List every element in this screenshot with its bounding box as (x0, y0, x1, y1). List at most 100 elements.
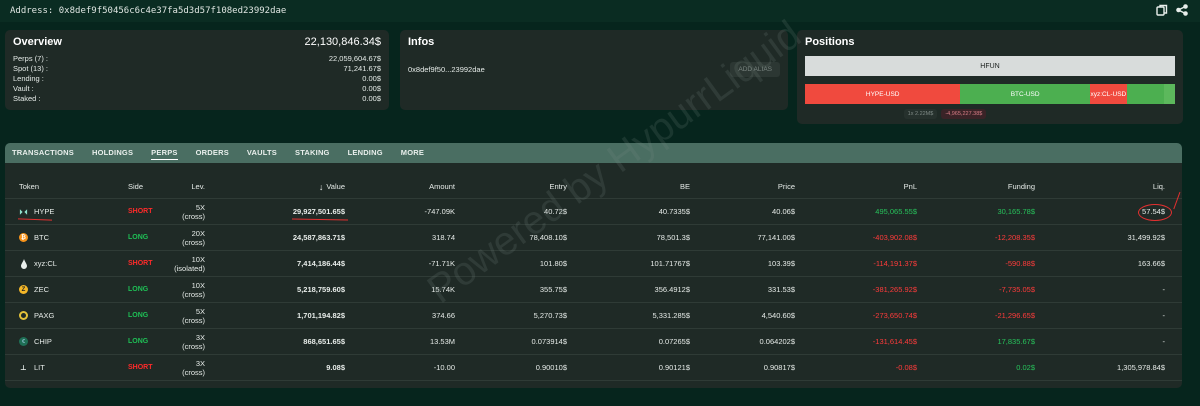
entry-cell: 5,270.73$ (533, 311, 567, 320)
amount-cell: 13.53M (429, 337, 455, 346)
table-row[interactable]: € CHIP LONG 3X (cross) 868,651.65$ 13.53M 0.073… (5, 329, 1182, 355)
margin-mode: (cross) (182, 341, 205, 351)
header-token[interactable]: Token (19, 175, 79, 198)
margin-mode: (cross) (182, 211, 205, 221)
token-cell[interactable]: Z ZEC (19, 277, 79, 302)
margin-mode: (cross) (182, 367, 205, 377)
liq-cell: 1,305,978.84$ (1117, 363, 1165, 372)
table-row[interactable]: xyz:CL SHORT 10X (isolated) 7,414,186.44$ -71… (5, 251, 1182, 277)
address-bar: Address: 0x8def9f50456c6c4e37fa5d3d57f10… (0, 0, 1200, 22)
price-cell: 103.39$ (767, 259, 795, 268)
amount-cell: -71.71K (428, 259, 455, 268)
token-cell[interactable]: ₿ BTC (19, 225, 79, 250)
leverage-cell: 10X (isolated) (155, 251, 205, 276)
price-cell: 331.53$ (767, 285, 795, 294)
position-segment[interactable]: HYPE-USD (805, 84, 961, 104)
table-row[interactable]: ₿ BTC LONG 20X (cross) 24,587,863.71$ 318.74 78… (5, 225, 1182, 251)
pnl-cell: -114,191.37$ (873, 259, 917, 268)
token-name: CHIP (34, 337, 52, 346)
be-cell: 101.71767$ (650, 259, 690, 268)
leverage-value: 10X (191, 254, 205, 264)
hfun-bar[interactable]: HFUN (805, 56, 1175, 76)
overview-row-value: 0.00$ (362, 74, 381, 83)
funding-cell: 30,165.78$ (997, 207, 1035, 216)
overview-row: Perps (7) : 22,059,604.67$ (13, 54, 381, 64)
btc-icon: ₿ (19, 233, 28, 242)
overview-row-label: Vault : (13, 84, 34, 93)
paxg-icon (19, 311, 28, 320)
tab-orders[interactable]: ORDERS (196, 143, 229, 163)
leverage-value: 20X (191, 228, 205, 238)
be-cell: 356.4912$ (654, 285, 690, 294)
be-cell: 0.07265$ (658, 337, 690, 346)
position-segment[interactable]: xyz:CL-USD (1089, 84, 1127, 104)
token-cell[interactable]: ⊥ LIT (19, 355, 79, 380)
lit-icon: ⊥ (20, 364, 27, 372)
share-icon[interactable] (1176, 4, 1188, 18)
entry-cell: 40.72$ (544, 207, 567, 216)
add-alias-button[interactable]: ADD ALIAS (730, 62, 780, 77)
be-cell: 0.90121$ (658, 363, 690, 372)
position-segment[interactable] (1126, 84, 1164, 104)
funding-cell: 0.02$ (1016, 363, 1035, 372)
zec-icon: Z (19, 285, 28, 294)
funding-cell: -21,296.65$ (994, 311, 1035, 320)
overview-total: 22,130,846.34$ (304, 36, 381, 48)
leverage-value: 3X (195, 332, 205, 342)
token-cell[interactable]: HYPE (19, 199, 79, 224)
long-exposure-badge: 1x 2.22M$ (903, 109, 938, 119)
token-cell[interactable]: PAXG (19, 303, 79, 328)
leverage-cell: 5X (cross) (155, 199, 205, 224)
table-row[interactable]: PAXG LONG 5X (cross) 1,701,194.82$ 374.66 5,27… (5, 303, 1182, 329)
value-cell: 9.08$ (326, 363, 345, 372)
header-amount[interactable]: Amount (355, 175, 455, 198)
token-cell[interactable]: € CHIP (19, 329, 79, 354)
amount-cell: 318.74 (432, 233, 455, 242)
leverage-cell: 20X (cross) (155, 225, 205, 250)
pnl-cell: -381,265.92$ (872, 285, 917, 294)
table-row[interactable]: HYPE SHORT 5X (cross) 29,927,501.65$ -747.09K… (5, 199, 1182, 225)
funding-cell: -12,208.35$ (994, 233, 1035, 242)
overview-row-value: 22,059,604.67$ (328, 54, 381, 63)
position-segment[interactable]: BTC-USD (960, 84, 1090, 104)
tab-perps[interactable]: PERPS (151, 143, 179, 163)
header-pnl[interactable]: PnL (817, 175, 917, 198)
table-row[interactable]: Z ZEC LONG 10X (cross) 5,218,759.60$ 15.74K 355… (5, 277, 1182, 303)
header-funding[interactable]: Funding (935, 175, 1035, 198)
price-cell: 4,540.60$ (761, 311, 795, 320)
tab-holdings[interactable]: HOLDINGS (92, 143, 133, 163)
leverage-value: 5X (195, 202, 205, 212)
funding-cell: 17,835.67$ (997, 337, 1035, 346)
header-be[interactable]: BE (590, 175, 690, 198)
pnl-cell: -403,902.08$ (872, 233, 917, 242)
header-liq[interactable]: Liq. (1065, 175, 1165, 198)
header-price[interactable]: Price (695, 175, 795, 198)
margin-mode: (isolated) (174, 263, 205, 273)
infos-title: Infos (408, 36, 435, 48)
overview-row-label: Staked : (13, 94, 41, 103)
tab-staking[interactable]: STAKING (295, 143, 330, 163)
table-row[interactable]: ⊥ LIT SHORT 3X (cross) 9.08$ -10.00 0.90010$ 0.9… (5, 355, 1182, 381)
copy-icon[interactable] (1156, 4, 1168, 18)
tab-more[interactable]: MORE (401, 143, 424, 163)
header-leverage[interactable]: Lev. (155, 175, 205, 198)
tab-lending[interactable]: LENDING (348, 143, 383, 163)
amount-cell: -747.09K (424, 207, 455, 216)
tab-bar: TRANSACTIONS HOLDINGS PERPS ORDERS VAULTS STA… (5, 143, 1182, 163)
value-cell: 24,587,863.71$ (292, 233, 345, 242)
tab-transactions[interactable]: TRANSACTIONS (12, 143, 74, 163)
amount-cell: 374.66 (432, 311, 455, 320)
leverage-cell: 5X (cross) (155, 303, 205, 328)
token-cell[interactable]: xyz:CL (19, 251, 79, 276)
position-segment[interactable] (1163, 84, 1175, 104)
overview-row-label: Lending : (13, 74, 44, 83)
header-entry[interactable]: Entry (467, 175, 567, 198)
address-label: Address: 0x8def9f50456c6c4e37fa5d3d57f10… (10, 6, 287, 16)
header-value[interactable]: ↓ Value (245, 175, 345, 198)
token-name: LIT (34, 363, 45, 372)
tab-vaults[interactable]: VAULTS (247, 143, 277, 163)
hype-icon (19, 207, 28, 216)
leverage-cell: 10X (cross) (155, 277, 205, 302)
token-name: BTC (34, 233, 49, 242)
short-address: 0x8def9f50...23992dae (408, 65, 485, 74)
